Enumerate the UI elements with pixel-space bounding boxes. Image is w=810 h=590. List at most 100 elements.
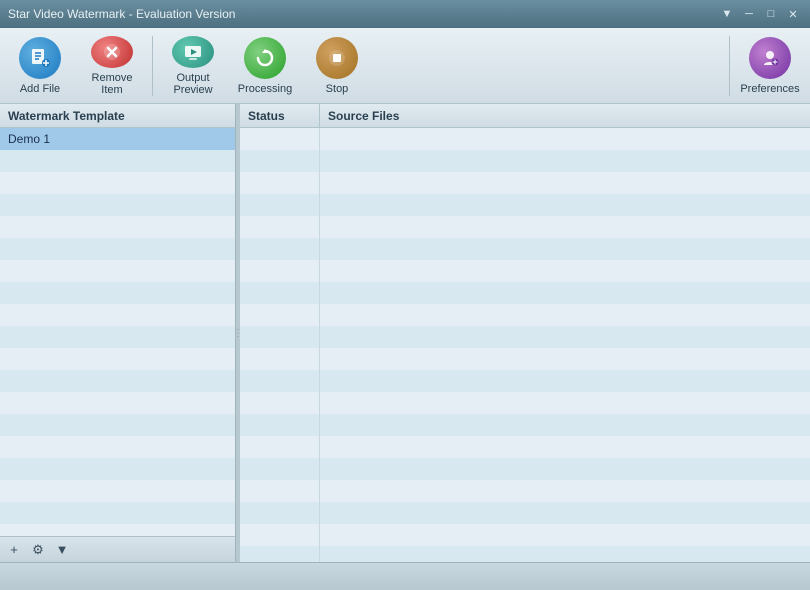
right-list-row	[240, 348, 810, 370]
list-row	[0, 436, 235, 458]
right-list-row	[240, 414, 810, 436]
right-list-row	[240, 282, 810, 304]
source-cell	[320, 370, 810, 392]
right-list-row	[240, 216, 810, 238]
status-cell	[240, 546, 320, 562]
toolbar-sep-2	[729, 36, 730, 96]
source-cell	[320, 172, 810, 194]
status-cell	[240, 502, 320, 524]
list-row	[0, 304, 235, 326]
status-cell	[240, 458, 320, 480]
source-cell	[320, 348, 810, 370]
left-panel-header: Watermark Template	[0, 104, 235, 128]
source-files-list[interactable]	[240, 128, 810, 562]
source-cell	[320, 546, 810, 562]
source-cell	[320, 304, 810, 326]
list-row	[0, 502, 235, 524]
watermark-template-label: Watermark Template	[8, 109, 125, 123]
right-list-row	[240, 458, 810, 480]
remove-item-button[interactable]: Remove Item	[76, 32, 148, 100]
template-settings-button[interactable]: ⚙	[28, 540, 48, 560]
status-cell	[240, 194, 320, 216]
left-panel-footer: + ⚙ ▼	[0, 536, 235, 562]
add-template-button[interactable]: +	[4, 540, 24, 560]
status-cell	[240, 370, 320, 392]
source-cell	[320, 216, 810, 238]
status-cell	[240, 304, 320, 326]
status-cell	[240, 238, 320, 260]
restore-button[interactable]: □	[762, 5, 780, 23]
toolbar-main-group: Add File Remove Item	[4, 28, 373, 103]
add-file-icon	[19, 37, 61, 79]
list-row	[0, 326, 235, 348]
status-cell	[240, 524, 320, 546]
stop-button[interactable]: Stop	[301, 32, 373, 100]
status-cell	[240, 282, 320, 304]
list-row	[0, 392, 235, 414]
right-panel-header: Status Source Files	[240, 104, 810, 128]
status-cell	[240, 414, 320, 436]
list-row	[0, 348, 235, 370]
list-row	[0, 172, 235, 194]
right-list-row	[240, 304, 810, 326]
preferences-icon	[749, 37, 791, 79]
right-list-row	[240, 238, 810, 260]
right-list-row	[240, 370, 810, 392]
right-list-row	[240, 436, 810, 458]
add-file-button[interactable]: Add File	[4, 32, 76, 100]
remove-item-icon	[91, 36, 133, 68]
list-row	[0, 524, 235, 536]
list-row	[0, 282, 235, 304]
right-list-row	[240, 150, 810, 172]
source-cell	[320, 392, 810, 414]
source-cell	[320, 326, 810, 348]
preferences-button[interactable]: Preferences	[734, 32, 806, 100]
right-list-row	[240, 260, 810, 282]
status-column-header: Status	[240, 104, 320, 127]
stop-icon	[316, 37, 358, 79]
window-controls: ▼ ─ □ ✕	[718, 5, 802, 23]
source-cell	[320, 282, 810, 304]
source-cell	[320, 150, 810, 172]
status-cell	[240, 480, 320, 502]
source-cell	[320, 414, 810, 436]
source-cell	[320, 238, 810, 260]
list-item[interactable]: Demo 1	[0, 128, 235, 150]
template-list[interactable]: Demo 1	[0, 128, 235, 536]
left-panel: Watermark Template Demo 1	[0, 104, 236, 562]
template-dropdown-button[interactable]: ▼	[52, 540, 72, 560]
toolbar-sep-1	[152, 36, 153, 96]
source-cell	[320, 524, 810, 546]
close-button[interactable]: ✕	[784, 5, 802, 23]
processing-button[interactable]: Processing	[229, 32, 301, 100]
source-column-header: Source Files	[320, 104, 810, 127]
status-cell	[240, 392, 320, 414]
list-row	[0, 370, 235, 392]
source-header-label: Source Files	[328, 109, 399, 123]
status-cell	[240, 436, 320, 458]
minimize-button[interactable]: ─	[740, 5, 758, 23]
add-file-label: Add File	[20, 83, 60, 95]
toolbar: Add File Remove Item	[0, 28, 810, 104]
list-row	[0, 414, 235, 436]
status-cell	[240, 172, 320, 194]
list-row	[0, 216, 235, 238]
template-item-label: Demo 1	[8, 132, 50, 146]
stop-label: Stop	[326, 83, 349, 95]
toolbar-right-group: Preferences	[725, 28, 806, 103]
right-list-row	[240, 392, 810, 414]
right-list-row	[240, 194, 810, 216]
status-header-label: Status	[248, 109, 285, 123]
right-list-row	[240, 546, 810, 562]
list-row	[0, 238, 235, 260]
output-preview-icon	[172, 36, 214, 68]
window-title: Star Video Watermark - Evaluation Versio…	[8, 7, 235, 21]
list-row	[0, 458, 235, 480]
source-cell	[320, 502, 810, 524]
source-cell	[320, 436, 810, 458]
output-preview-button[interactable]: Output Preview	[157, 32, 229, 100]
title-bar: Star Video Watermark - Evaluation Versio…	[0, 0, 810, 28]
status-cell	[240, 348, 320, 370]
source-cell	[320, 194, 810, 216]
right-list-row	[240, 128, 810, 150]
